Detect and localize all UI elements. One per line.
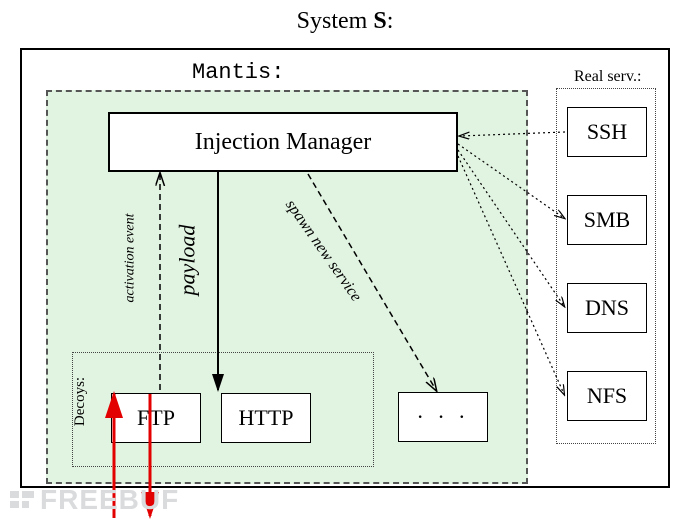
decoy-ftp-box: FTP <box>111 393 201 443</box>
title-prefix: System <box>297 8 374 34</box>
edge-label-payload: payload <box>174 225 200 296</box>
decoy-http-box: HTTP <box>221 393 311 443</box>
title-bold: S <box>373 8 386 34</box>
edge-label-activation: activation event <box>123 213 139 302</box>
real-service-dns: DNS <box>567 283 647 333</box>
decoys-container: Decoys: FTP HTTP <box>72 352 374 467</box>
real-service-ssh: SSH <box>567 107 647 157</box>
decoys-label: Decoys: <box>72 377 89 426</box>
watermark: FREEBUF <box>10 484 179 518</box>
real-services-container: SSH SMB DNS NFS <box>556 88 656 444</box>
decoy-ellipsis-box: · · · <box>398 392 488 442</box>
real-services-label: Real serv.: <box>574 68 641 86</box>
real-service-nfs: NFS <box>567 371 647 421</box>
title-suffix: : <box>387 8 394 34</box>
watermark-text: FREEBUF <box>40 484 179 515</box>
edge-label-spawn: spawn new service <box>281 197 365 306</box>
diagram-title: System S: <box>0 0 690 43</box>
watermark-logo-icon <box>10 486 36 518</box>
mantis-box: Injection Manager Decoys: FTP HTTP · · ·… <box>46 90 528 484</box>
real-service-smb: SMB <box>567 195 647 245</box>
mantis-label: Mantis: <box>192 60 284 85</box>
system-box: Mantis: Injection Manager Decoys: FTP HT… <box>20 48 670 488</box>
injection-manager-box: Injection Manager <box>108 112 458 172</box>
